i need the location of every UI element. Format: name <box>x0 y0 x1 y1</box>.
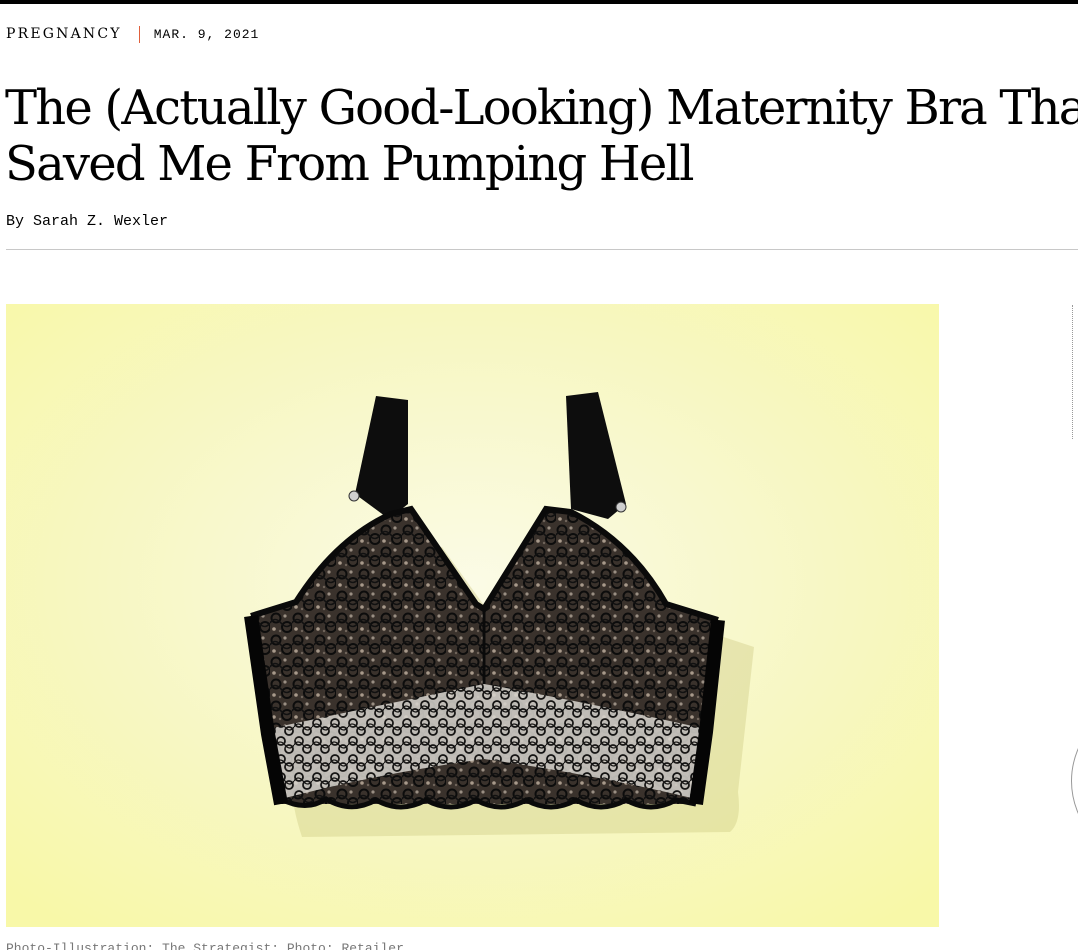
headline-line-1: The (Actually Good-Looking) Maternity Br… <box>5 80 1078 136</box>
sidebar-ad-placeholder <box>1072 305 1078 439</box>
category-link[interactable]: PREGNANCY <box>6 26 122 42</box>
article-eyebrow: PREGNANCY MAR. 9, 2021 <box>6 24 259 44</box>
eyebrow-divider <box>138 25 140 43</box>
headline-line-2: Saved Me From Pumping Hell <box>5 136 694 192</box>
bra-illustration <box>6 304 939 927</box>
image-caption: Photo-Illustration: The Strategist; Phot… <box>6 941 404 950</box>
byline-prefix: By <box>6 213 25 230</box>
sidebar-circle-graphic <box>1071 700 1078 862</box>
hero-image <box>6 304 939 927</box>
article-page: PREGNANCY MAR. 9, 2021 The (Actually Goo… <box>0 0 1078 950</box>
page-title: The (Actually Good-Looking) Maternity Br… <box>5 80 1078 192</box>
publish-date: MAR. 9, 2021 <box>153 26 260 42</box>
byline: By Sarah Z. Wexler <box>6 213 168 230</box>
top-rule <box>0 0 1078 4</box>
author-link[interactable]: Sarah Z. Wexler <box>33 213 168 230</box>
byline-divider <box>6 249 1078 250</box>
